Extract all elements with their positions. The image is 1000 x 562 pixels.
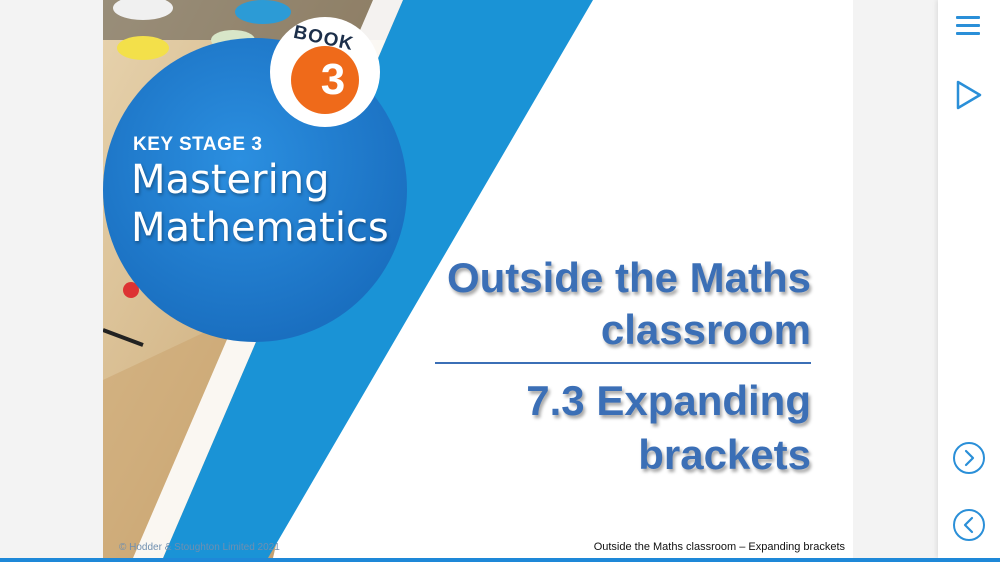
presentation-viewer: BOOK 3 KEY STAGE 3 Mastering Mathematics… (0, 0, 1000, 562)
slide-footer-title: Outside the Maths classroom – Expanding … (593, 541, 845, 553)
book-number: 3 (320, 55, 346, 104)
chevron-right-circle-icon (953, 442, 985, 474)
play-icon (956, 80, 982, 110)
next-slide-button[interactable] (948, 437, 990, 479)
copyright-notice: © Hodder & Stoughton Limited 2021 (119, 542, 280, 553)
series-title-line2: Mathematics (131, 205, 389, 251)
slide-subtitle: 7.3 Expanding brackets (526, 377, 811, 478)
slide: BOOK 3 KEY STAGE 3 Mastering Mathematics… (103, 0, 853, 558)
key-stage-label: KEY STAGE 3 (133, 134, 263, 155)
series-title-line1: Mastering (131, 157, 330, 203)
menu-button[interactable] (948, 4, 990, 46)
hamburger-menu-icon (956, 16, 980, 35)
slide-heading: Outside the Maths classroom 7.3 Expandin… (411, 252, 811, 482)
slide-title: Outside the Maths classroom (435, 252, 811, 364)
side-toolbar (938, 0, 1000, 558)
progress-bar (0, 558, 1000, 562)
previous-slide-button[interactable] (948, 504, 990, 546)
chevron-left-circle-icon (953, 509, 985, 541)
series-title: Mastering Mathematics (131, 156, 389, 252)
play-button[interactable] (948, 74, 990, 116)
